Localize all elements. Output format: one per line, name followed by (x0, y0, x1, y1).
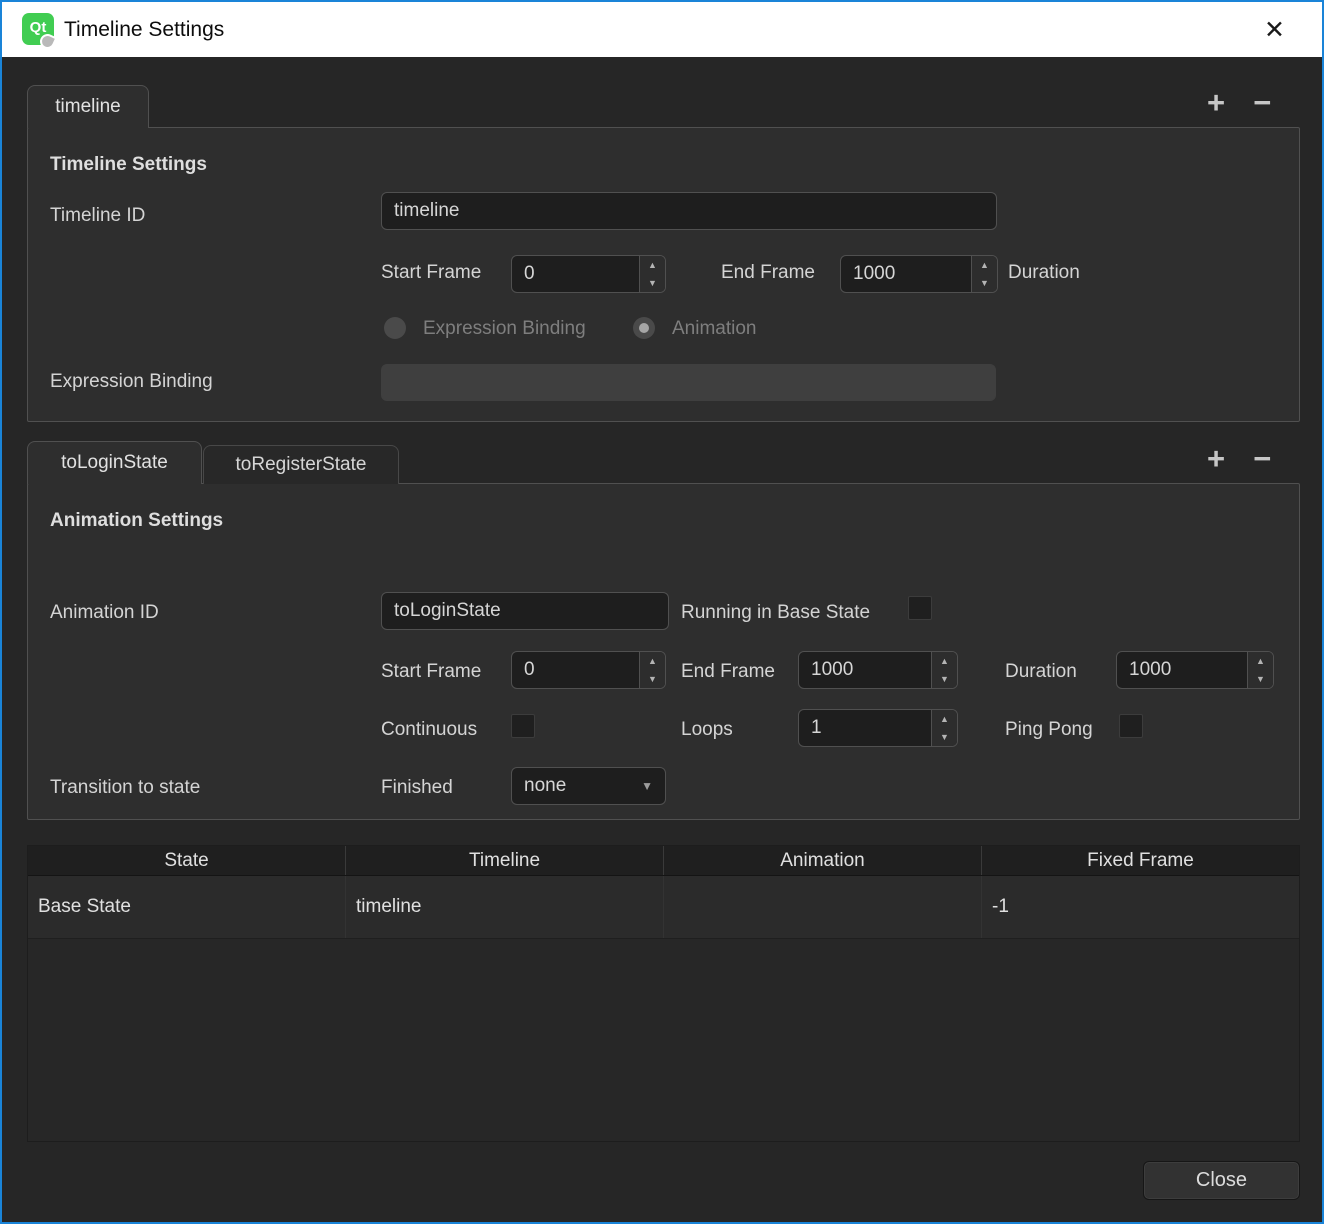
spin-up-icon[interactable]: ▲ (640, 652, 665, 670)
transition-to-state-label: Transition to state (50, 777, 200, 799)
window-title: Timeline Settings (64, 2, 224, 57)
spin-buttons: ▲ ▼ (1247, 652, 1273, 688)
animation-settings-heading: Animation Settings (50, 510, 223, 532)
spin-buttons: ▲ ▼ (971, 256, 997, 292)
loops-value: 1 (799, 710, 931, 746)
plus-icon: + (1207, 441, 1225, 476)
spin-down-icon[interactable]: ▼ (640, 670, 665, 688)
spin-buttons: ▲ ▼ (639, 256, 665, 292)
animation-id-input[interactable] (381, 592, 669, 630)
spin-down-icon[interactable]: ▼ (1248, 670, 1273, 688)
state-table: State Timeline Animation Fixed Frame Bas… (27, 845, 1300, 1142)
remove-timeline-button[interactable]: − (1253, 90, 1271, 116)
start-frame-label: Start Frame (381, 262, 481, 284)
animation-settings-panel: Animation Settings Animation ID Running … (27, 483, 1300, 820)
spin-down-icon[interactable]: ▼ (932, 728, 957, 746)
remove-animation-button[interactable]: − (1253, 446, 1271, 472)
tab-timeline-label: timeline (55, 96, 120, 118)
column-header-timeline[interactable]: Timeline (346, 846, 664, 875)
tab-tologinstate[interactable]: toLoginState (27, 441, 202, 484)
end-frame-label: End Frame (681, 661, 775, 683)
spin-up-icon[interactable]: ▲ (1248, 652, 1273, 670)
table-row[interactable]: Base State timeline -1 (28, 876, 1299, 939)
spin-up-icon[interactable]: ▲ (972, 256, 997, 274)
timeline-id-input[interactable] (381, 192, 997, 230)
plus-icon: + (1207, 85, 1225, 120)
start-frame-value: 0 (512, 652, 639, 688)
spin-buttons: ▲ ▼ (931, 710, 957, 746)
duration-label: Duration (1008, 262, 1080, 284)
column-header-fixed-frame[interactable]: Fixed Frame (982, 846, 1299, 875)
chevron-down-icon: ▼ (641, 779, 653, 793)
title-bar: Qt Timeline Settings ✕ (2, 2, 1322, 57)
expression-binding-input[interactable] (381, 364, 996, 401)
timeline-settings-dialog: Qt Timeline Settings ✕ timeline + − Time… (0, 0, 1324, 1224)
end-frame-label: End Frame (721, 262, 815, 284)
continuous-label: Continuous (381, 719, 477, 741)
tab-timeline[interactable]: timeline (27, 85, 149, 128)
timeline-id-label: Timeline ID (50, 205, 145, 227)
spin-up-icon[interactable]: ▲ (932, 710, 957, 728)
spin-down-icon[interactable]: ▼ (972, 274, 997, 292)
duration-value: 1000 (1117, 652, 1247, 688)
duration-label: Duration (1005, 661, 1077, 683)
animation-radio[interactable] (633, 317, 655, 339)
tab-toregisterstate[interactable]: toRegisterState (203, 445, 399, 484)
running-in-base-state-checkbox[interactable] (908, 596, 932, 620)
timeline-settings-heading: Timeline Settings (50, 154, 207, 176)
end-frame-value: 1000 (841, 256, 971, 292)
cell-state[interactable]: Base State (28, 876, 346, 938)
expression-binding-label: Expression Binding (50, 371, 213, 393)
finished-dropdown-value: none (524, 775, 566, 797)
state-table-header: State Timeline Animation Fixed Frame (28, 846, 1299, 876)
radio-dot (639, 323, 649, 333)
duration-spinbox[interactable]: 1000 ▲ ▼ (1116, 651, 1274, 689)
start-frame-label: Start Frame (381, 661, 481, 683)
spin-down-icon[interactable]: ▼ (932, 670, 957, 688)
ping-pong-checkbox[interactable] (1119, 714, 1143, 738)
finished-label: Finished (381, 777, 453, 799)
window-close-button[interactable]: ✕ (1247, 2, 1302, 57)
start-frame-value: 0 (512, 256, 639, 292)
animation-radio-label: Animation (672, 318, 757, 340)
cell-timeline[interactable]: timeline (346, 876, 664, 938)
loops-spinbox[interactable]: 1 ▲ ▼ (798, 709, 958, 747)
continuous-checkbox[interactable] (511, 714, 535, 738)
add-animation-button[interactable]: + (1207, 446, 1225, 472)
ping-pong-label: Ping Pong (1005, 719, 1093, 741)
column-header-state[interactable]: State (28, 846, 346, 875)
animation-start-frame-spinbox[interactable]: 0 ▲ ▼ (511, 651, 666, 689)
expression-binding-radio[interactable] (384, 317, 406, 339)
column-header-animation[interactable]: Animation (664, 846, 982, 875)
spin-down-icon[interactable]: ▼ (640, 274, 665, 292)
spin-up-icon[interactable]: ▲ (932, 652, 957, 670)
spin-buttons: ▲ ▼ (639, 652, 665, 688)
expression-binding-radio-label: Expression Binding (423, 318, 586, 340)
cell-fixed-frame[interactable]: -1 (982, 876, 1299, 938)
animation-id-label: Animation ID (50, 602, 159, 624)
close-button-label: Close (1196, 1169, 1247, 1192)
minus-icon: − (1253, 85, 1271, 120)
minus-icon: − (1253, 441, 1271, 476)
animation-end-frame-spinbox[interactable]: 1000 ▲ ▼ (798, 651, 958, 689)
running-in-base-state-label: Running in Base State (681, 602, 870, 624)
end-frame-spinbox[interactable]: 1000 ▲ ▼ (840, 255, 998, 293)
cell-animation[interactable] (664, 876, 982, 938)
close-button[interactable]: Close (1143, 1161, 1300, 1200)
close-icon: ✕ (1264, 15, 1285, 45)
start-frame-spinbox[interactable]: 0 ▲ ▼ (511, 255, 666, 293)
tab-toregisterstate-label: toRegisterState (236, 454, 367, 476)
add-timeline-button[interactable]: + (1207, 90, 1225, 116)
spin-up-icon[interactable]: ▲ (640, 256, 665, 274)
end-frame-value: 1000 (799, 652, 931, 688)
loops-label: Loops (681, 719, 733, 741)
finished-dropdown[interactable]: none ▼ (511, 767, 666, 805)
spin-buttons: ▲ ▼ (931, 652, 957, 688)
timeline-settings-panel: Timeline Settings Timeline ID Start Fram… (27, 127, 1300, 422)
tab-tologinstate-label: toLoginState (61, 452, 168, 474)
